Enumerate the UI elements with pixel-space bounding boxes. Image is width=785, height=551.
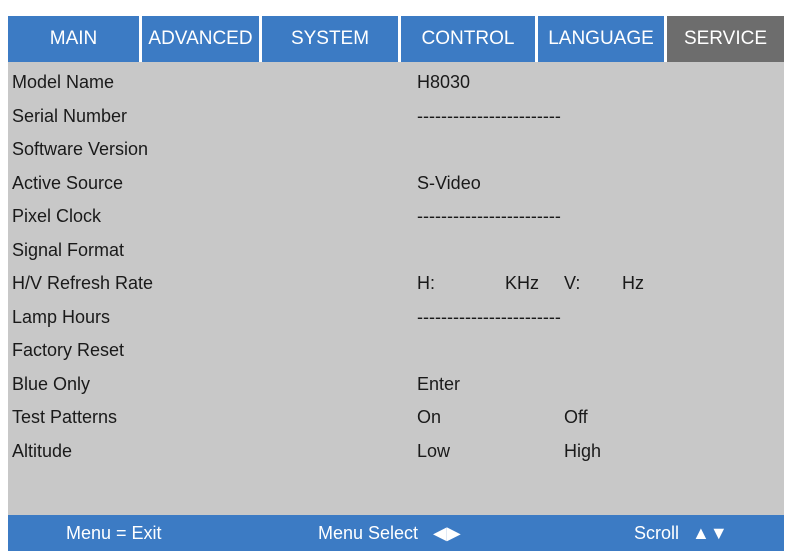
tab-system[interactable]: SYSTEM: [262, 16, 398, 62]
altitude-low-option[interactable]: Low: [417, 441, 450, 462]
refresh-rate-label: H/V Refresh Rate: [12, 273, 154, 293]
h-rate-unit: KHz: [505, 273, 540, 293]
active-source-value: S-Video: [417, 172, 481, 193]
tab-main[interactable]: MAIN: [8, 16, 139, 62]
row-factory-reset[interactable]: Factory Reset: [8, 335, 784, 369]
v-rate-label: V:: [564, 273, 581, 293]
row-active-source: Active Source S-Video: [8, 168, 784, 202]
up-down-arrows-icon: ▲▼: [692, 523, 728, 543]
factory-reset-label: Factory Reset: [12, 340, 125, 360]
row-model-name: Model Name H8030: [8, 67, 784, 101]
row-software-version: Software Version: [8, 134, 784, 168]
serial-number-value: ------------------------: [417, 105, 561, 126]
row-lamp-hours: Lamp Hours ------------------------: [8, 302, 784, 336]
model-name-label: Model Name: [12, 72, 115, 92]
tab-language[interactable]: LANGUAGE: [538, 16, 664, 62]
blue-only-enter-button[interactable]: Enter: [417, 374, 460, 395]
test-patterns-off-option[interactable]: Off: [564, 407, 588, 428]
altitude-label: Altitude: [12, 440, 73, 461]
lamp-hours-label: Lamp Hours: [12, 306, 111, 327]
row-serial-number: Serial Number ------------------------: [8, 101, 784, 135]
menu-exit-hint: Menu = Exit: [66, 523, 162, 543]
blue-only-label: Blue Only: [12, 373, 91, 394]
row-blue-only: Blue Only Enter: [8, 369, 784, 403]
software-version-label: Software Version: [12, 139, 149, 159]
v-rate-unit: Hz: [622, 273, 644, 293]
model-name-value: H8030: [417, 72, 471, 92]
tab-advanced[interactable]: ADVANCED: [142, 16, 259, 62]
left-right-arrows-icon: ◀▶: [433, 523, 461, 543]
pixel-clock-value: ------------------------: [417, 206, 561, 226]
test-patterns-on-option[interactable]: On: [417, 407, 441, 428]
altitude-high-option[interactable]: High: [564, 441, 601, 462]
tab-control[interactable]: CONTROL: [401, 16, 535, 62]
signal-format-label: Signal Format: [12, 239, 125, 260]
test-patterns-label: Test Patterns: [12, 407, 118, 427]
row-altitude: Altitude Low High: [8, 436, 784, 470]
h-rate-label: H:: [417, 273, 435, 293]
row-signal-format: Signal Format: [8, 235, 784, 269]
serial-number-label: Serial Number: [12, 105, 128, 126]
help-bar: Menu = Exit Menu Select ◀▶ Scroll ▲▼: [8, 515, 784, 551]
service-settings-list: Model Name H8030 Serial Number ---------…: [8, 67, 784, 469]
row-hv-refresh-rate: H/V Refresh Rate H: KHz V: Hz: [8, 268, 784, 302]
row-test-patterns: Test Patterns On Off: [8, 402, 784, 436]
lamp-hours-value: ------------------------: [417, 306, 561, 327]
row-pixel-clock: Pixel Clock ------------------------: [8, 201, 784, 235]
menu-tab-bar: MAIN ADVANCED SYSTEM CONTROL LANGUAGE SE…: [8, 16, 784, 62]
pixel-clock-label: Pixel Clock: [12, 206, 102, 226]
tab-service[interactable]: SERVICE: [667, 16, 784, 62]
osd-menu: MAIN ADVANCED SYSTEM CONTROL LANGUAGE SE…: [8, 16, 784, 551]
menu-select-hint: Menu Select: [318, 523, 419, 543]
active-source-label: Active Source: [12, 172, 124, 193]
scroll-hint: Scroll: [634, 523, 680, 543]
